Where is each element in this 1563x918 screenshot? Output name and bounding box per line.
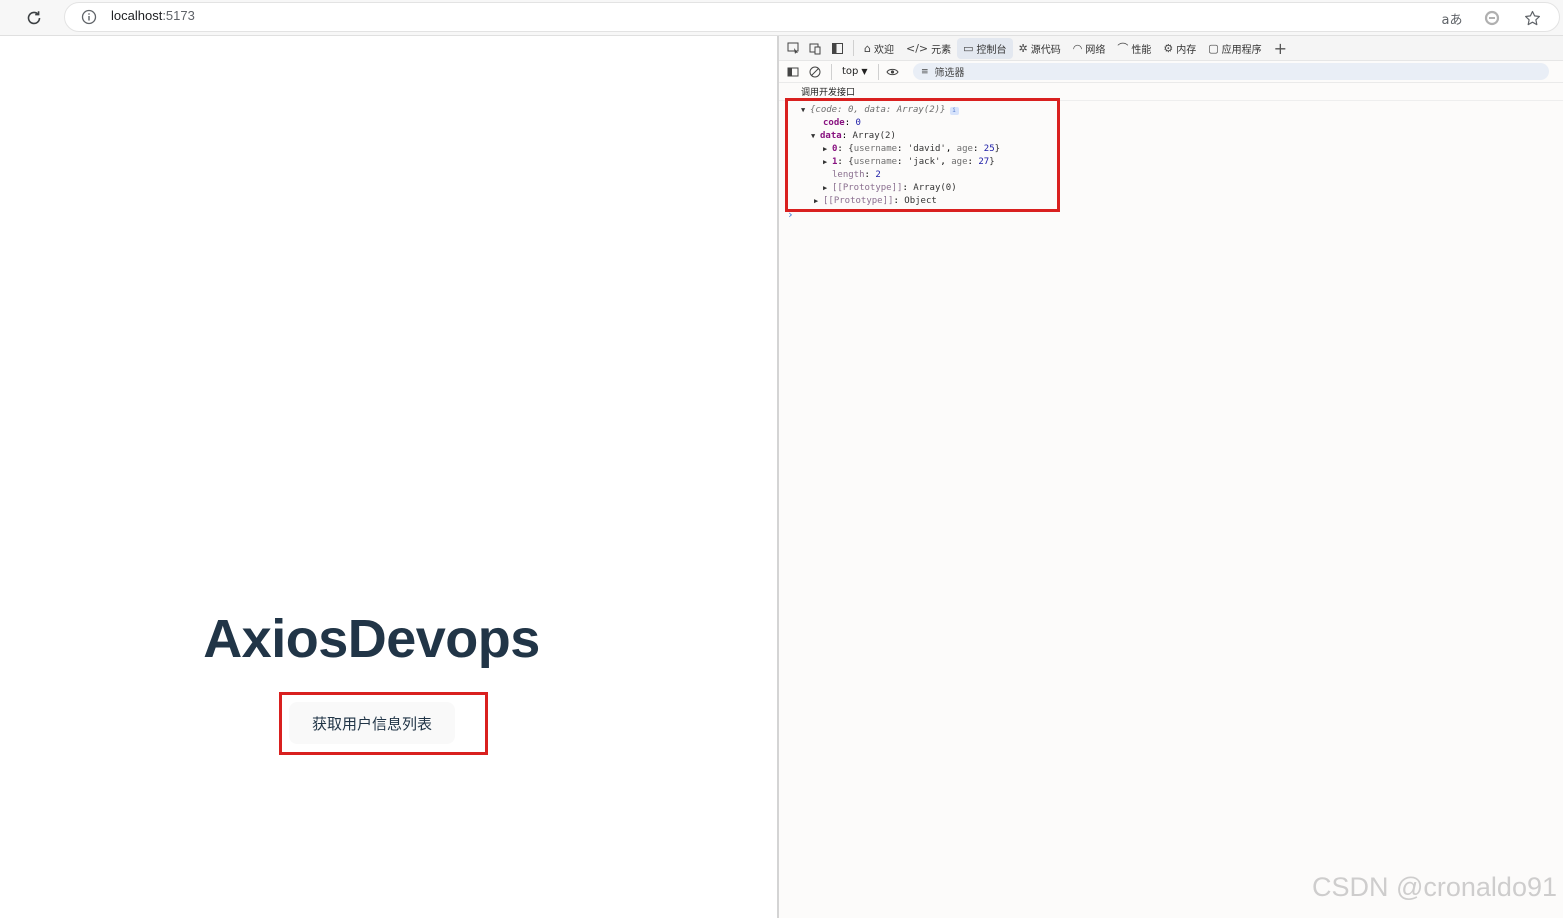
add-tab-icon[interactable]: + bbox=[1274, 39, 1287, 58]
url-port: :5173 bbox=[162, 8, 195, 23]
info-icon[interactable] bbox=[81, 9, 97, 25]
array-item-0[interactable]: ▶ 0: {username: 'david', age: 25} bbox=[779, 143, 1563, 156]
tab-separator bbox=[853, 40, 854, 56]
address-bar[interactable]: localhost:5173 aあ bbox=[64, 2, 1560, 32]
caret-down-icon: ▼ bbox=[861, 67, 868, 76]
expand-triangle-right-icon[interactable]: ▶ bbox=[823, 156, 832, 169]
wifi-icon: ◠ bbox=[1072, 41, 1083, 55]
device-toolbar-icon[interactable] bbox=[805, 38, 825, 58]
object-root-line[interactable]: ▼ {code: 0, data: Array(2)} i bbox=[779, 104, 1563, 117]
tab-welcome-label: 欢迎 bbox=[873, 44, 894, 56]
devtools-panel: ⌂ 欢迎 </> 元素 ▭ 控制台 ✲ 源代码 ◠ 网络 ⌒ 性能 ⚙ 内存 ▢ bbox=[779, 36, 1563, 918]
url-host: localhost bbox=[111, 8, 163, 23]
code-icon: </> bbox=[905, 41, 929, 55]
tab-console[interactable]: ▭ 控制台 bbox=[957, 37, 1013, 59]
expand-triangle-right-icon[interactable]: ▶ bbox=[823, 182, 832, 195]
inspect-element-icon[interactable] bbox=[783, 38, 803, 58]
clear-console-icon[interactable] bbox=[805, 62, 825, 82]
tab-console-label: 控制台 bbox=[976, 44, 1007, 56]
gauge-icon: ⌒ bbox=[1117, 42, 1129, 55]
tab-elements[interactable]: </> 元素 bbox=[900, 38, 957, 59]
prop-length: length: 2 bbox=[832, 170, 881, 180]
console-log-message: 调用开发接口 bbox=[779, 85, 1563, 101]
reload-button[interactable] bbox=[22, 6, 46, 30]
browser-toolbar: localhost:5173 aあ bbox=[0, 0, 1563, 36]
toolbar-separator bbox=[831, 63, 832, 80]
favorite-star-icon[interactable] bbox=[1521, 8, 1543, 28]
info-badge-icon[interactable]: i bbox=[949, 106, 959, 115]
tab-memory[interactable]: ⚙ 内存 bbox=[1157, 38, 1202, 59]
tab-sources[interactable]: ✲ 源代码 bbox=[1013, 38, 1067, 59]
expand-triangle-right-icon[interactable]: ▶ bbox=[814, 195, 823, 208]
tab-application-label: 应用程序 bbox=[1221, 44, 1262, 56]
live-expression-eye-icon[interactable] bbox=[883, 62, 903, 82]
console-icon: ▭ bbox=[963, 41, 974, 55]
tab-welcome[interactable]: ⌂ 欢迎 bbox=[858, 38, 900, 59]
window-icon: ▢ bbox=[1208, 41, 1219, 55]
address-bar-actions: aあ bbox=[1441, 8, 1543, 28]
toolbar-separator-2 bbox=[877, 63, 879, 80]
tab-application[interactable]: ▢ 应用程序 bbox=[1202, 38, 1267, 59]
expand-triangle-down-icon[interactable]: ▼ bbox=[811, 130, 820, 143]
tab-network[interactable]: ◠ 网络 bbox=[1067, 38, 1112, 59]
sync-icon[interactable] bbox=[1481, 8, 1503, 28]
gear-icon: ⚙ bbox=[1163, 41, 1174, 55]
tab-elements-label: 元素 bbox=[931, 44, 952, 56]
expand-triangle-right-icon[interactable]: ▶ bbox=[823, 143, 832, 156]
prop-object-prototype[interactable]: ▶ [[Prototype]]: Object bbox=[779, 195, 1563, 208]
context-selector[interactable]: top ▼ bbox=[836, 66, 874, 77]
bug-icon: ✲ bbox=[1018, 41, 1028, 55]
fetch-user-list-button[interactable]: 获取用户信息列表 bbox=[289, 702, 455, 744]
tab-performance-label: 性能 bbox=[1131, 44, 1152, 56]
web-page: AxiosDevops 获取用户信息列表 bbox=[0, 36, 777, 918]
filter-icon: ≡ bbox=[921, 66, 929, 77]
translate-icon[interactable]: aあ bbox=[1441, 8, 1463, 28]
console-filter-input[interactable]: ≡ 筛选器 bbox=[913, 63, 1549, 80]
console-prompt-chevron-icon[interactable]: › bbox=[779, 208, 1563, 222]
dock-side-icon[interactable] bbox=[827, 38, 847, 58]
sidebar-toggle-icon[interactable] bbox=[783, 62, 803, 82]
console-toolbar: top ▼ ≡ 筛选器 bbox=[779, 61, 1563, 83]
watermark: CSDN @cronaldo91 bbox=[1311, 872, 1557, 902]
prop-code: code: 0 bbox=[823, 118, 861, 128]
object-preview: {code: 0, data: Array(2)} bbox=[810, 105, 946, 115]
prop-array-prototype[interactable]: ▶ [[Prototype]]: Array(0) bbox=[779, 182, 1563, 195]
tab-memory-label: 内存 bbox=[1176, 44, 1197, 56]
tab-sources-label: 源代码 bbox=[1030, 44, 1061, 56]
context-label: top bbox=[842, 66, 859, 77]
array-item-1[interactable]: ▶ 1: {username: 'jack', age: 27} bbox=[779, 156, 1563, 169]
devtools-tabbar: ⌂ 欢迎 </> 元素 ▭ 控制台 ✲ 源代码 ◠ 网络 ⌒ 性能 ⚙ 内存 ▢ bbox=[779, 36, 1563, 61]
reload-icon bbox=[27, 11, 41, 25]
tab-network-label: 网络 bbox=[1085, 44, 1106, 56]
page-title: AxiosDevops bbox=[203, 609, 540, 669]
url-text[interactable]: localhost:5173 bbox=[111, 8, 195, 23]
expand-triangle-down-icon[interactable]: ▼ bbox=[801, 104, 810, 117]
filter-placeholder: 筛选器 bbox=[934, 68, 965, 79]
home-icon: ⌂ bbox=[864, 41, 871, 55]
prop-data[interactable]: ▼ data: Array(2) bbox=[779, 130, 1563, 143]
console-output: 调用开发接口 ▼ {code: 0, data: Array(2)} i cod… bbox=[779, 85, 1563, 222]
tab-performance[interactable]: ⌒ 性能 bbox=[1111, 38, 1157, 59]
